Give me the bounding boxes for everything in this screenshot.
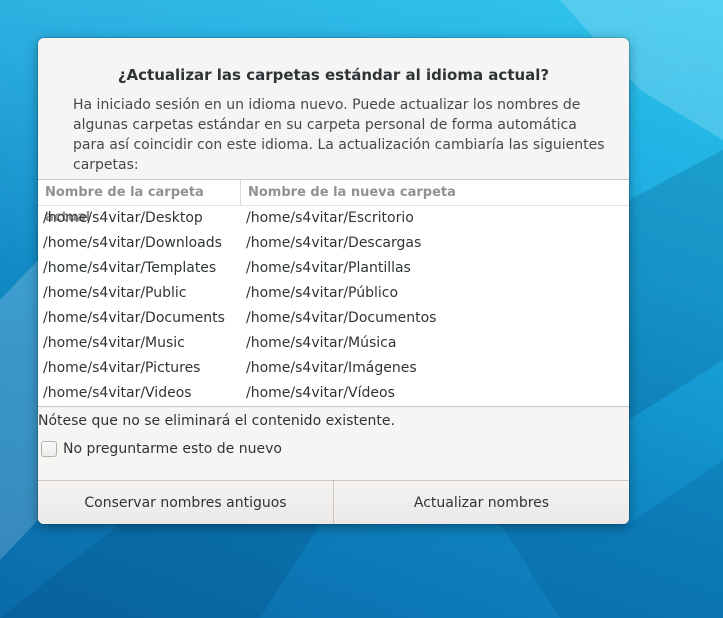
table-row[interactable]: /home/s4vitar/Music /home/s4vitar/Música	[38, 331, 629, 356]
new-folder-cell: /home/s4vitar/Documentos	[246, 310, 437, 326]
new-folder-cell: /home/s4vitar/Plantillas	[246, 260, 411, 276]
new-folder-cell: /home/s4vitar/Vídeos	[246, 385, 395, 401]
new-folder-cell: /home/s4vitar/Escritorio	[246, 210, 414, 226]
table-row[interactable]: /home/s4vitar/Downloads /home/s4vitar/De…	[38, 231, 629, 256]
current-folder-cell: /home/s4vitar/Videos	[43, 385, 192, 401]
table-row[interactable]: /home/s4vitar/Videos /home/s4vitar/Vídeo…	[38, 381, 629, 406]
new-folder-cell: /home/s4vitar/Música	[246, 335, 397, 351]
current-folder-cell: /home/s4vitar/Downloads	[43, 235, 222, 251]
current-folder-cell: /home/s4vitar/Public	[43, 285, 187, 301]
table-header: Nombre de la carpeta actual Nombre de la…	[38, 180, 629, 225]
column-header-current-name[interactable]: Nombre de la carpeta actual	[38, 180, 241, 225]
table-row[interactable]: /home/s4vitar/Desktop /home/s4vitar/Escr…	[38, 206, 629, 231]
current-folder-cell: /home/s4vitar/Desktop	[43, 210, 203, 226]
new-folder-cell: /home/s4vitar/Descargas	[246, 235, 422, 251]
current-folder-cell: /home/s4vitar/Templates	[43, 260, 217, 276]
dont-ask-again-label[interactable]: No preguntarme esto de nuevo	[63, 441, 282, 457]
current-folder-cell: /home/s4vitar/Music	[43, 335, 185, 351]
existing-content-note: Nótese que no se eliminará el contenido …	[38, 413, 395, 429]
dialog-button-bar: Conservar nombres antiguos Actualizar no…	[38, 480, 629, 524]
table-row[interactable]: /home/s4vitar/Templates /home/s4vitar/Pl…	[38, 256, 629, 281]
keep-old-names-button[interactable]: Conservar nombres antiguos	[38, 481, 333, 524]
column-header-new-name[interactable]: Nombre de la nueva carpeta	[241, 180, 456, 205]
current-folder-cell: /home/s4vitar/Documents	[43, 310, 225, 326]
new-folder-cell: /home/s4vitar/Público	[246, 285, 399, 301]
table-row[interactable]: /home/s4vitar/Pictures /home/s4vitar/Imá…	[38, 356, 629, 381]
dont-ask-again-option[interactable]: No preguntarme esto de nuevo	[41, 440, 282, 458]
new-folder-cell: /home/s4vitar/Imágenes	[246, 360, 417, 376]
table-row[interactable]: /home/s4vitar/Public /home/s4vitar/Públi…	[38, 281, 629, 306]
dont-ask-again-checkbox[interactable]	[41, 441, 57, 457]
update-names-button[interactable]: Actualizar nombres	[333, 481, 629, 524]
dialog-title: ¿Actualizar las carpetas estándar al idi…	[117, 66, 550, 84]
update-folders-dialog: ¿Actualizar las carpetas estándar al idi…	[38, 38, 629, 524]
current-folder-cell: /home/s4vitar/Pictures	[43, 360, 201, 376]
dialog-description: Ha iniciado sesión en un idioma nuevo. P…	[73, 97, 605, 173]
folders-table: Nombre de la carpeta actual Nombre de la…	[38, 179, 629, 407]
table-row[interactable]: /home/s4vitar/Documents /home/s4vitar/Do…	[38, 306, 629, 331]
